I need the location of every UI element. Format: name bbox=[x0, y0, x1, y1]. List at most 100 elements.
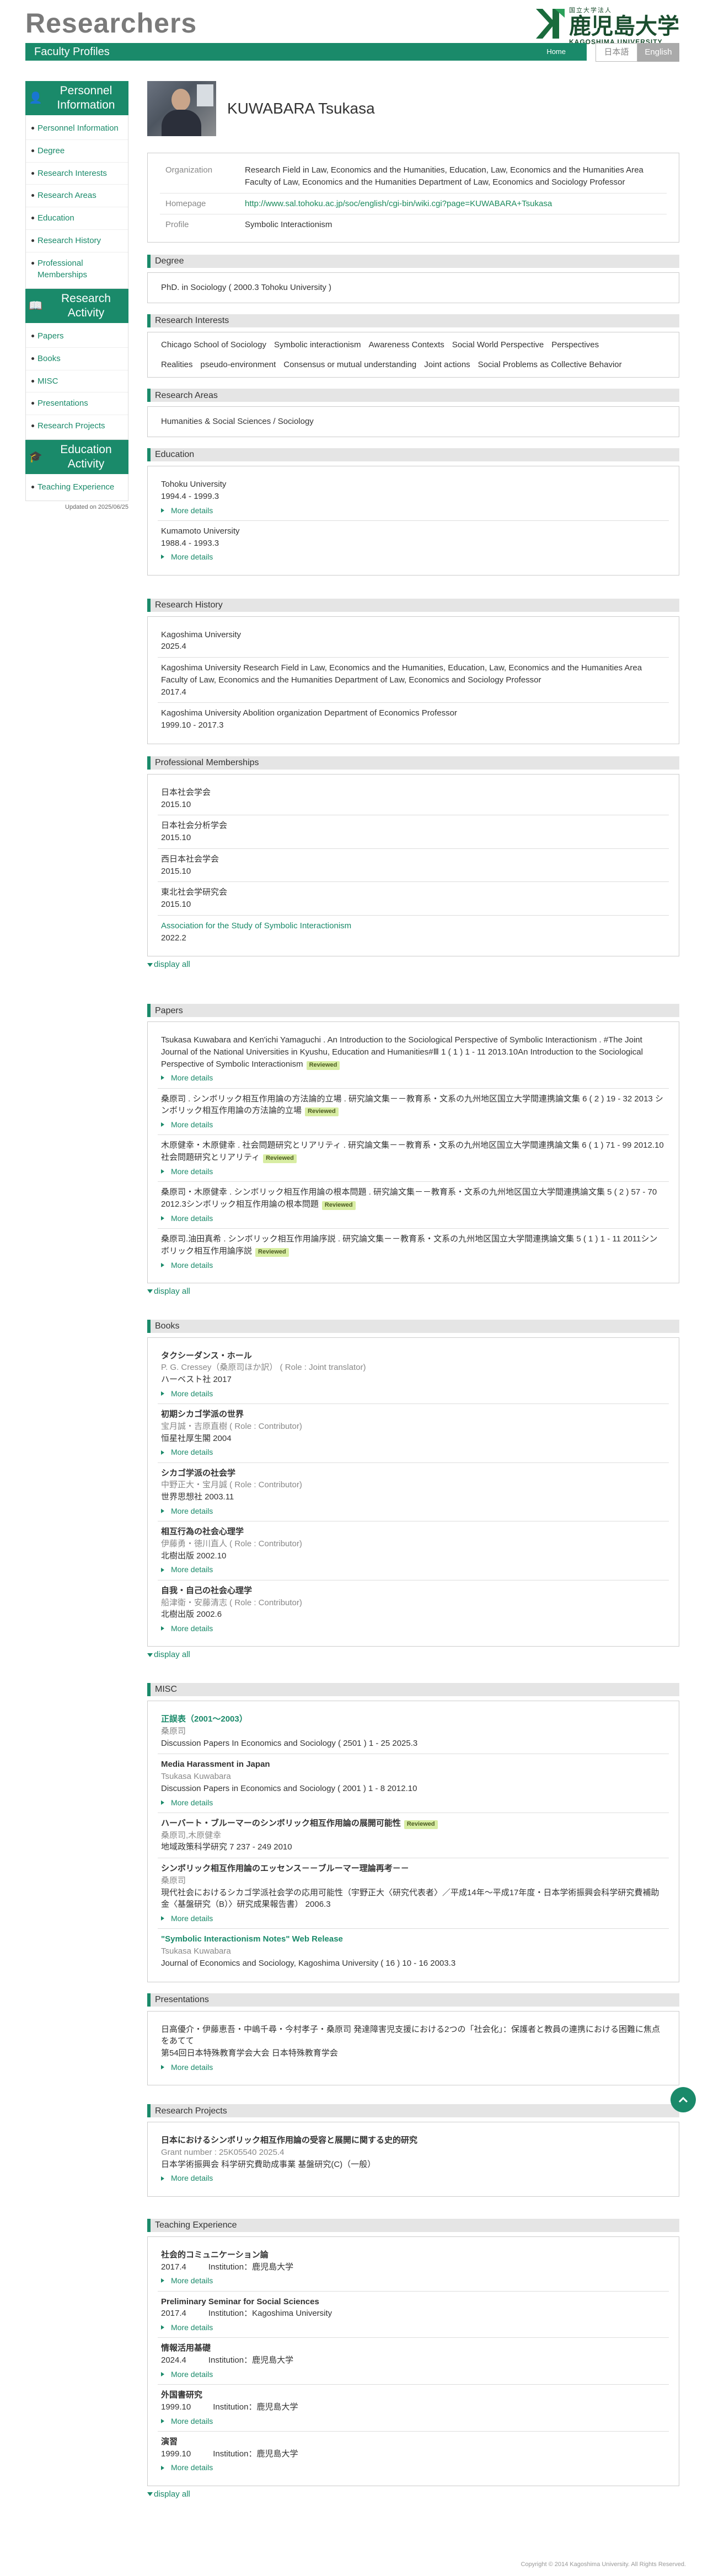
more-details-link[interactable]: More details bbox=[161, 2172, 666, 2184]
more-details-link[interactable]: More details bbox=[161, 505, 666, 516]
more-details-link[interactable]: More details bbox=[161, 551, 666, 562]
misc-author: Tsukasa Kuwabara bbox=[161, 1946, 231, 1956]
history-org: Kagoshima University bbox=[161, 630, 242, 639]
course-institution: Kagoshima University bbox=[252, 2309, 332, 2319]
sidebar-item-interests[interactable]: Research Interests bbox=[26, 163, 128, 185]
sidebar-item-label: Education bbox=[37, 213, 74, 223]
history-date: 2025.4 bbox=[161, 642, 186, 652]
sidebar-item-areas[interactable]: Research Areas bbox=[26, 185, 128, 207]
list-item: Association for the Study of Symbolic In… bbox=[158, 916, 669, 949]
list-item: 初期シカゴ学派の世界 宝月誠・吉原直樹 ( Role : Contributor)… bbox=[158, 1404, 669, 1463]
sidebar-item-presentations[interactable]: Presentations bbox=[26, 392, 128, 415]
sidebar-item-label: Books bbox=[37, 353, 61, 363]
book-icon: 📖 bbox=[29, 300, 42, 312]
book-publisher: 恒星社厚生閣 2004 bbox=[161, 1433, 232, 1443]
more-details-link[interactable]: More details bbox=[161, 1213, 666, 1224]
paper-text: Tsukasa Kuwabara and Ken'ichi Yamaguchi … bbox=[161, 1035, 643, 1069]
sidebar-group-title: Research Activity bbox=[61, 292, 111, 319]
course-institution: 鹿児島大学 bbox=[256, 2449, 298, 2459]
course-institution: 鹿児島大学 bbox=[256, 2402, 298, 2412]
sidebar-item-teaching[interactable]: Teaching Experience bbox=[26, 476, 128, 498]
page-top-button[interactable] bbox=[671, 2087, 696, 2112]
list-item: シンボリック相互作用論のエッセンス－－ブルーマー理論再考－－ 桑原司 現代社会におけ… bbox=[158, 1858, 669, 1929]
institution-label: Institution： bbox=[213, 2402, 257, 2412]
sidebar-item-books[interactable]: Books bbox=[26, 348, 128, 370]
membership-date: 2015.10 bbox=[161, 900, 191, 910]
display-all-link[interactable]: display all bbox=[147, 2488, 679, 2500]
membership-name: 西日本社会学会 bbox=[161, 854, 219, 864]
more-details-link[interactable]: More details bbox=[161, 1623, 666, 1634]
organization-label: Organization bbox=[165, 165, 213, 175]
sidebar-item-papers[interactable]: Papers bbox=[26, 325, 128, 348]
list-item: 東北社会学研究会 2015.10 bbox=[158, 882, 669, 916]
display-all-link[interactable]: display all bbox=[147, 1286, 679, 1298]
institution-label: Institution： bbox=[208, 2262, 253, 2272]
sidebar-item-memberships[interactable]: Professional Memberships bbox=[26, 252, 128, 287]
paper-text: 桑原司.油田真希 . シンボリック相互作用論序説 . 研究論文集－－教育系・文系… bbox=[161, 1234, 658, 1256]
misc-title: "Symbolic Interactionism Notes" Web Rele… bbox=[161, 1934, 343, 1944]
profile-header: KUWABARA Tsukasa bbox=[147, 81, 679, 136]
book-title: 自我・自己の社会心理学 bbox=[161, 1585, 253, 1595]
book-authors: P. G. Cressey（桑原司ほか訳） ( Role : Joint tra… bbox=[161, 1363, 366, 1373]
more-details-link[interactable]: More details bbox=[161, 1505, 666, 1516]
more-details-link[interactable]: More details bbox=[161, 2416, 666, 2427]
section-title: Research Projects bbox=[147, 2104, 679, 2118]
more-details-link[interactable]: More details bbox=[161, 2322, 666, 2333]
list-item: Kagoshima University 2025.4 bbox=[158, 625, 669, 658]
reviewed-badge: Reviewed bbox=[306, 1061, 340, 1070]
sidebar-item-label: Personnel Information bbox=[37, 123, 119, 133]
course-institution: 鹿児島大学 bbox=[252, 2262, 294, 2272]
sidebar-item-personnel[interactable]: Personnel Information bbox=[26, 117, 128, 140]
interest-item: Joint actions bbox=[424, 359, 470, 369]
sidebar-item-degree[interactable]: Degree bbox=[26, 140, 128, 163]
display-all-link[interactable]: display all bbox=[147, 959, 679, 971]
lang-japanese-button[interactable]: 日本語 bbox=[596, 43, 637, 62]
display-all-link[interactable]: display all bbox=[147, 1649, 679, 1661]
more-details-link[interactable]: More details bbox=[161, 2275, 666, 2286]
more-details-link[interactable]: More details bbox=[161, 1564, 666, 1575]
sidebar-item-education[interactable]: Education bbox=[26, 207, 128, 230]
more-details-link[interactable]: More details bbox=[161, 1260, 666, 1271]
homepage-link[interactable]: http://www.sal.tohoku.ac.jp/soc/english/… bbox=[245, 199, 552, 208]
more-details-link[interactable]: More details bbox=[161, 1119, 666, 1130]
more-details-link[interactable]: More details bbox=[161, 1072, 666, 1083]
homepage-label: Homepage bbox=[165, 198, 206, 208]
list-item: 日本社会学会 2015.10 bbox=[158, 782, 669, 816]
degree-value: PhD. in Sociology ( 2000.3 Tohoku Univer… bbox=[161, 283, 332, 292]
more-details-link[interactable]: More details bbox=[161, 1446, 666, 1458]
more-details-link[interactable]: More details bbox=[161, 1166, 666, 1177]
header: Researchers 国立大学法人 鹿児島大学 KAGOSHIMA UNIVE… bbox=[0, 0, 708, 46]
sidebar-item-projects[interactable]: Research Projects bbox=[26, 415, 128, 437]
lang-english-button[interactable]: English bbox=[637, 43, 679, 62]
more-details-link[interactable]: More details bbox=[161, 2369, 666, 2380]
list-item: Kumamoto University 1988.4 - 1993.3 More d… bbox=[158, 521, 669, 567]
course-title: 社会的コミュニケーション論 bbox=[161, 2250, 269, 2260]
interest-item: Social Problems as Collective Behavior bbox=[478, 359, 622, 369]
list-item: Tsukasa Kuwabara and Ken'ichi Yamaguchi … bbox=[158, 1030, 669, 1089]
more-details-link[interactable]: More details bbox=[161, 2462, 666, 2473]
interest-item: Perspectives bbox=[551, 340, 599, 349]
home-link[interactable]: Home bbox=[546, 47, 566, 57]
misc-journal: Journal of Economics and Sociology, Kago… bbox=[161, 1958, 456, 1968]
list-item: 情報活用基礎 2024.4 Institution：鹿児島大学 More detail… bbox=[158, 2338, 669, 2385]
more-details-link[interactable]: More details bbox=[161, 1388, 666, 1399]
history-date: 2017.4 bbox=[161, 687, 186, 697]
more-details-link[interactable]: More details bbox=[161, 1913, 666, 1924]
language-switcher: 日本語 English bbox=[596, 43, 679, 62]
interest-item: Chicago School of Sociology bbox=[161, 340, 266, 349]
list-item: 社会的コミュニケーション論 2017.4 Institution：鹿児島大学 More… bbox=[158, 2245, 669, 2292]
list-item: 西日本社会学会 2015.10 bbox=[158, 849, 669, 883]
misc-journal: Discussion Papers In Economics and Socio… bbox=[161, 1738, 418, 1748]
more-details-link[interactable]: More details bbox=[161, 2062, 666, 2073]
membership-name: Association for the Study of Symbolic In… bbox=[161, 921, 352, 931]
list-item: タクシーダンス・ホール P. G. Cressey（桑原司ほか訳） ( Role … bbox=[158, 1346, 669, 1405]
sidebar: 👤 Personnel Information Personnel Inform… bbox=[25, 81, 128, 512]
more-details-link[interactable]: More details bbox=[161, 1797, 666, 1808]
sidebar-group-research: 📖 Research Activity bbox=[25, 289, 128, 323]
sidebar-item-misc[interactable]: MISC bbox=[26, 370, 128, 393]
university-logo[interactable]: 国立大学法人 鹿児島大学 KAGOSHIMA UNIVERSITY bbox=[533, 7, 679, 47]
sidebar-group-personnel: 👤 Personnel Information bbox=[25, 81, 128, 115]
areas-section: Research Areas Humanities & Social Scien… bbox=[147, 389, 679, 437]
list-item: ハーバート・ブルーマーのシンボリック相互作用論の展開可能性 Reviewed 桑原司… bbox=[158, 1813, 669, 1859]
sidebar-item-history[interactable]: Research History bbox=[26, 230, 128, 252]
